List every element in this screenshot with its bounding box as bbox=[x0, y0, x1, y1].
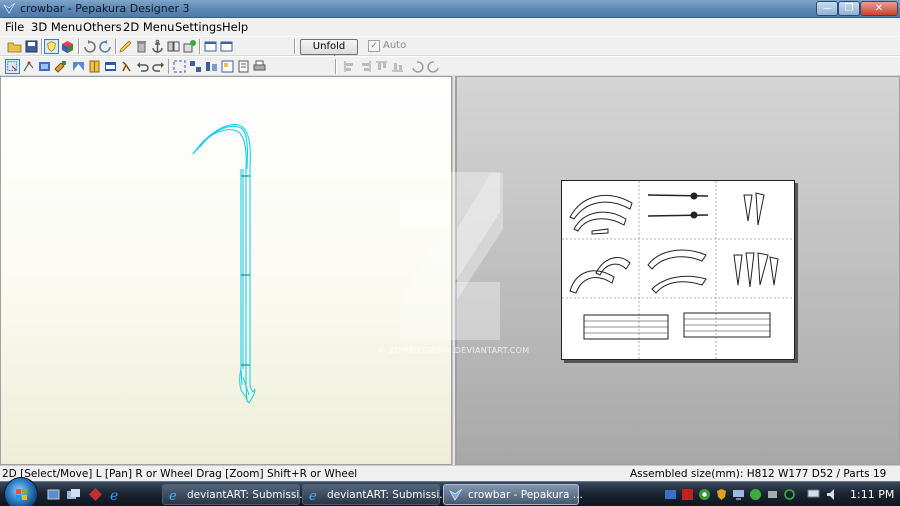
status-assembled-size: Assembled size(mm): H812 W177 D52 / Part… bbox=[630, 468, 887, 480]
rotate-left-icon[interactable] bbox=[82, 39, 97, 54]
toolbar-separator bbox=[199, 39, 201, 54]
toolbar-separator bbox=[294, 39, 296, 54]
menu-bar: File 3D Menu Others 2D Menu Settings Hel… bbox=[0, 18, 900, 36]
task-deviantart-1[interactable]: e deviantART: Submissi... bbox=[162, 484, 309, 505]
print-preview-icon[interactable] bbox=[236, 59, 251, 74]
tray-security-icon[interactable] bbox=[715, 488, 728, 501]
tray-update-icon[interactable] bbox=[749, 488, 762, 501]
pepakura-app-icon[interactable] bbox=[3, 2, 16, 15]
tray-acrobat-icon[interactable] bbox=[681, 488, 694, 501]
page-layout-icon[interactable] bbox=[220, 59, 235, 74]
cube-color-icon[interactable] bbox=[60, 39, 75, 54]
quicklaunch-show-desktop-icon[interactable] bbox=[46, 487, 61, 502]
toolbar-separator bbox=[335, 59, 337, 74]
svg-text:e: e bbox=[169, 489, 177, 502]
task-label: deviantART: Submissi... bbox=[187, 489, 310, 501]
toolbar-separator bbox=[168, 59, 170, 74]
fold-mountain-icon[interactable] bbox=[71, 59, 86, 74]
close-button[interactable]: ✕ bbox=[860, 1, 898, 16]
select-tool-icon[interactable] bbox=[5, 59, 20, 74]
ie-icon: e bbox=[309, 489, 317, 502]
align-bottom-icon bbox=[392, 63, 403, 72]
align-left-icon bbox=[344, 61, 353, 72]
menu-settings[interactable]: Settings bbox=[175, 20, 222, 34]
pepakura-icon bbox=[449, 488, 463, 501]
watermark-logo-left bbox=[400, 172, 500, 340]
watermark-text: © ZOMBIEGRIMM.DEVIANTART.COM bbox=[378, 346, 530, 355]
status-mode-hint: 2D [Select/Move] L [Pan] R or Wheel Drag… bbox=[2, 468, 358, 480]
svg-text:e: e bbox=[309, 489, 317, 502]
toolbar-separator bbox=[41, 39, 43, 54]
pencil-icon[interactable] bbox=[118, 39, 133, 54]
task-label: crowbar - Pepakura ... bbox=[468, 489, 583, 501]
auto-label: Auto bbox=[383, 40, 407, 51]
rotate-part-left-icon bbox=[412, 61, 424, 73]
zoom-fit-icon[interactable] bbox=[172, 59, 187, 74]
redo-icon[interactable] bbox=[151, 59, 166, 74]
tray-sync-icon[interactable] bbox=[783, 488, 796, 501]
auto-checkbox[interactable]: ✓ bbox=[368, 40, 380, 52]
edge-tool-icon[interactable] bbox=[21, 59, 36, 74]
texture-tool-icon[interactable] bbox=[37, 59, 52, 74]
unfolded-parts bbox=[562, 181, 794, 359]
tray-app-icon[interactable] bbox=[664, 488, 677, 501]
align-grid-icon[interactable] bbox=[188, 59, 203, 74]
title-bar: crowbar - Pepakura Designer 3 — ❐ ✕ bbox=[0, 0, 900, 18]
paint-tool-icon[interactable] bbox=[53, 59, 68, 74]
ie-icon: e bbox=[169, 489, 177, 502]
quicklaunch-ie-icon[interactable]: e bbox=[108, 487, 123, 502]
menu-help[interactable]: Help bbox=[222, 20, 248, 34]
minimize-button[interactable]: — bbox=[816, 1, 838, 16]
quicklaunch-switch-windows-icon[interactable] bbox=[66, 487, 81, 502]
svg-text:e: e bbox=[110, 488, 118, 502]
task-deviantart-2[interactable]: e deviantART: Submissi... bbox=[302, 484, 449, 505]
save-icon[interactable] bbox=[24, 39, 39, 54]
menu-3d[interactable]: 3D Menu bbox=[31, 20, 82, 34]
menu-file[interactable]: File bbox=[5, 20, 24, 34]
tray-network-icon[interactable] bbox=[807, 488, 820, 501]
toolbar-separator bbox=[78, 39, 80, 54]
align-top-icon bbox=[376, 61, 387, 70]
arrange-icon[interactable] bbox=[204, 59, 219, 74]
trash-icon[interactable] bbox=[134, 39, 149, 54]
start-button[interactable] bbox=[4, 477, 38, 506]
tray-monitor-icon[interactable] bbox=[732, 488, 745, 501]
paper-sheet[interactable] bbox=[561, 180, 795, 360]
edit-toolbar bbox=[0, 56, 900, 76]
quicklaunch-app-icon[interactable] bbox=[88, 487, 103, 502]
landscape-icon[interactable] bbox=[103, 59, 118, 74]
add-flap-icon[interactable] bbox=[182, 39, 197, 54]
figure-icon[interactable] bbox=[119, 59, 134, 74]
open-folder-icon[interactable] bbox=[7, 39, 22, 54]
printer-icon[interactable] bbox=[252, 59, 267, 74]
unfold-undo-button[interactable]: Unfold Undo bbox=[300, 39, 358, 66]
tray-device-icon[interactable] bbox=[766, 488, 779, 501]
tray-chrome-icon[interactable] bbox=[698, 488, 711, 501]
windows-taskbar: e e deviantART: Submissi... e deviantART… bbox=[0, 477, 900, 506]
menu-2d[interactable]: 2D Menu bbox=[123, 20, 174, 34]
rotate-right-icon[interactable] bbox=[98, 39, 113, 54]
align-right-icon bbox=[362, 61, 371, 72]
window-layout-icon[interactable] bbox=[203, 39, 218, 54]
tray-volume-icon[interactable] bbox=[826, 488, 839, 501]
join-edges-icon[interactable] bbox=[166, 39, 181, 54]
undo-icon[interactable] bbox=[135, 59, 150, 74]
rotate-part-right-icon bbox=[427, 61, 439, 73]
shield-3d-icon[interactable] bbox=[44, 39, 59, 54]
maximize-button[interactable]: ❐ bbox=[838, 1, 860, 16]
window-layout-2-icon[interactable] bbox=[219, 39, 234, 54]
anchor-icon[interactable] bbox=[150, 39, 165, 54]
windows-logo-icon bbox=[16, 489, 27, 500]
menu-others[interactable]: Others bbox=[83, 20, 122, 34]
window-title: crowbar - Pepakura Designer 3 bbox=[20, 2, 190, 15]
book-icon[interactable] bbox=[87, 59, 102, 74]
main-toolbar: Unfold Undo ✓ Auto bbox=[0, 36, 900, 66]
task-pepakura[interactable]: crowbar - Pepakura ... bbox=[443, 484, 583, 505]
taskbar-clock[interactable]: 1:11 PM bbox=[850, 488, 894, 501]
task-label: deviantART: Submissi... bbox=[327, 489, 450, 501]
toolbar-separator bbox=[115, 39, 117, 54]
status-bar: 2D [Select/Move] L [Pan] R or Wheel Drag… bbox=[0, 465, 900, 481]
